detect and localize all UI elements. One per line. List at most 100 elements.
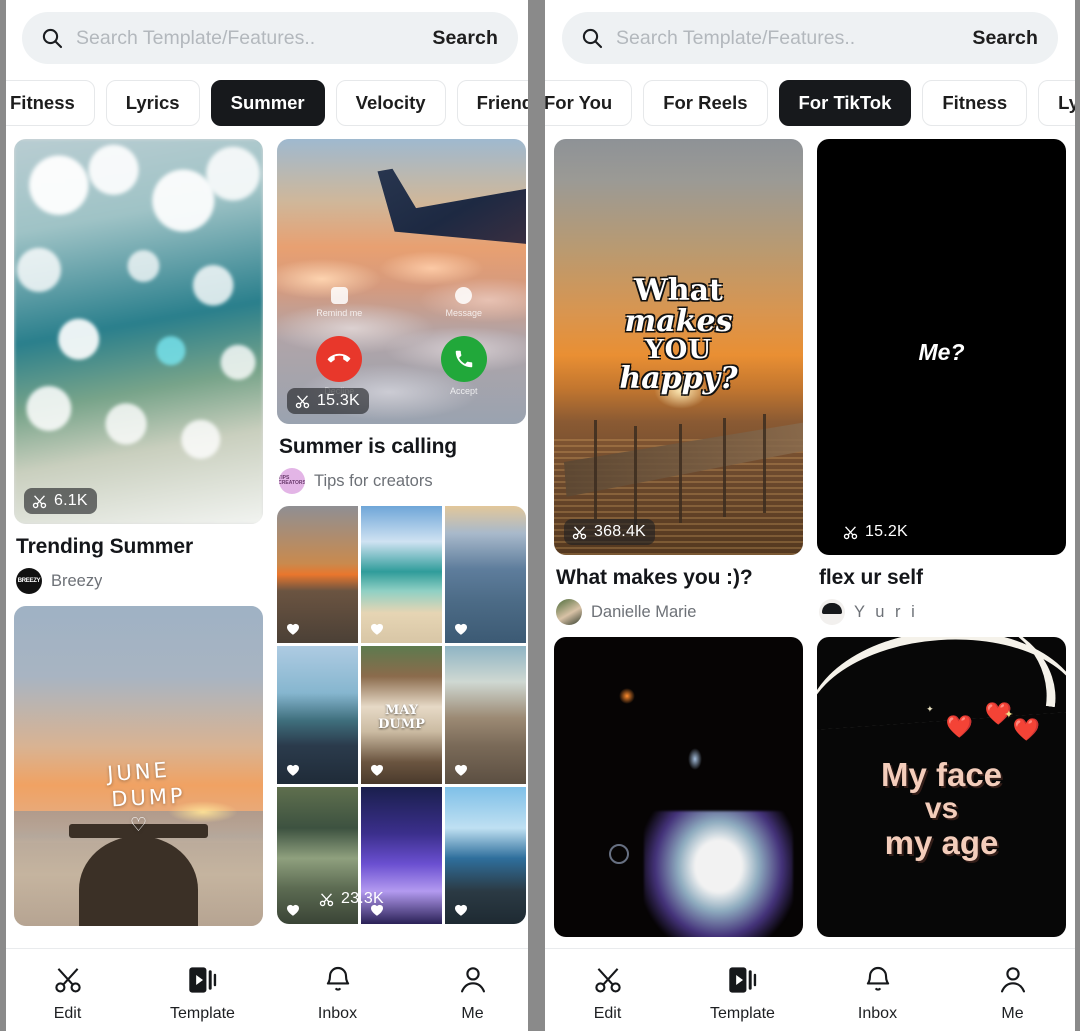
message-action: Message	[402, 287, 527, 318]
bottom-navigation-right[interactable]: Edit Template Inbox Me	[540, 948, 1080, 1031]
heart-icon	[284, 900, 302, 918]
scissors-icon	[295, 394, 310, 408]
template-thumbnail[interactable]: Me? 15.2K	[817, 139, 1066, 555]
overlay-caption: What makes YOU happy?	[554, 276, 803, 394]
template-thumbnail[interactable]: MAY DUMP 23.3K	[277, 506, 526, 924]
thumbnail-artwork	[14, 139, 263, 524]
overlay-caption: JUNE DUMP ♡	[14, 757, 263, 835]
left-panel-edge	[0, 0, 6, 1031]
scissors-icon	[572, 525, 587, 539]
chip-lyrics[interactable]: Lyrics	[1038, 80, 1080, 126]
card-author[interactable]: TIPS CREATORS Tips for creators	[279, 468, 526, 494]
right-template-feed[interactable]: What makes YOU happy? 368.4K What makes …	[540, 139, 1080, 967]
template-card-my-face-vs-my-age[interactable]: ❤️ ❤️ ❤️ ✦ ✦ My face vs my age	[817, 637, 1066, 937]
search-button[interactable]: Search	[432, 27, 498, 50]
chip-for-you[interactable]: For You	[540, 80, 633, 126]
template-card-trending-summer[interactable]: 6.1K Trending Summer BREEZY Breezy	[14, 139, 263, 594]
template-card-flex-ur-self[interactable]: Me? 15.2K flex ur self Y u r i	[817, 139, 1066, 625]
overlay-line-2: vs	[924, 791, 959, 825]
uses-count: 15.2K	[865, 523, 908, 540]
heart-icon	[368, 760, 386, 778]
collage-cell	[445, 506, 526, 644]
nav-label: Edit	[593, 1005, 622, 1022]
person-icon	[997, 962, 1029, 998]
uses-count: 6.1K	[54, 492, 88, 509]
template-card-may-dump-collage[interactable]: MAY DUMP 23.3K	[277, 506, 526, 924]
nav-item-template[interactable]: Template	[675, 962, 810, 1023]
chip-for-tiktok[interactable]: For TikTok	[778, 80, 912, 126]
left-template-feed[interactable]: 6.1K Trending Summer BREEZY Breezy JUNE …	[0, 139, 540, 967]
heart-icon	[452, 900, 470, 918]
avatar: TIPS CREATORS	[279, 468, 305, 494]
template-thumbnail[interactable]: What makes YOU happy? 368.4K	[554, 139, 803, 555]
chip-summer[interactable]: Summer	[210, 80, 325, 126]
message-label: Message	[445, 308, 483, 319]
nav-item-template[interactable]: Template	[135, 962, 270, 1023]
search-input[interactable]	[76, 26, 421, 50]
incoming-call-overlay: Remind me Message Accept	[277, 139, 526, 424]
heart-icon: ❤️	[1012, 717, 1040, 743]
uses-badge: 6.1K	[24, 488, 97, 514]
template-thumbnail[interactable]: JUNE DUMP ♡	[14, 606, 263, 926]
nav-item-edit[interactable]: Edit	[0, 962, 135, 1023]
remind-me-action: Remind me	[277, 287, 402, 318]
search-bar[interactable]: Search	[22, 12, 518, 64]
search-input[interactable]	[616, 26, 961, 50]
chip-velocity[interactable]: Velocity	[335, 80, 446, 126]
uses-count: 15.3K	[317, 392, 360, 409]
search-icon	[40, 26, 64, 50]
template-thumbnail[interactable]: Remind me Message Accept 15.3K	[277, 139, 526, 424]
avatar	[556, 599, 582, 625]
message-icon	[455, 287, 473, 305]
overlay-caption: My face vs my age	[817, 757, 1066, 861]
overlay-line-1: My face	[880, 756, 1003, 793]
overlay-line-3: YOU	[645, 335, 712, 366]
nav-item-me[interactable]: Me	[405, 962, 540, 1023]
nav-item-inbox[interactable]: Inbox	[810, 962, 945, 1023]
uses-badge: 23.3K	[311, 886, 393, 912]
template-thumbnail[interactable]	[554, 637, 803, 937]
scissors-icon	[319, 892, 334, 906]
card-author[interactable]: Y u r i	[819, 599, 1066, 625]
heart-icon	[284, 760, 302, 778]
nav-label: Inbox	[857, 1005, 898, 1022]
search-button[interactable]: Search	[972, 27, 1038, 50]
nav-item-edit[interactable]: Edit	[540, 962, 675, 1023]
heart-decorations: ❤️ ❤️ ❤️ ✦ ✦	[907, 700, 1046, 754]
heart-icon: ❤️	[945, 714, 974, 740]
search-bar[interactable]: Search	[562, 12, 1058, 64]
template-card-june-dump[interactable]: JUNE DUMP ♡	[14, 606, 263, 926]
card-author[interactable]: BREEZY Breezy	[16, 568, 263, 594]
author-name: Y u r i	[854, 602, 918, 621]
chip-fitness[interactable]: Fitness	[922, 80, 1028, 126]
template-card-what-makes-you[interactable]: What makes YOU happy? 368.4K What makes …	[554, 139, 803, 625]
chip-fitness[interactable]: Fitness	[0, 80, 95, 126]
template-thumbnail[interactable]: 6.1K	[14, 139, 263, 524]
heart-icon	[368, 619, 386, 637]
collage-cell	[445, 786, 526, 924]
chip-for-reels[interactable]: For Reels	[643, 80, 768, 126]
right-category-chip-row[interactable]: For You For Reels For TikTok Fitness Lyr…	[540, 64, 1080, 139]
scissors-icon	[52, 962, 84, 998]
thumbnail-artwork-collage: MAY DUMP	[277, 506, 526, 924]
template-card-summer-is-calling[interactable]: Remind me Message Accept 15.3K Summer is…	[277, 139, 526, 494]
feed-column-1: 6.1K Trending Summer BREEZY Breezy JUNE …	[14, 139, 263, 938]
card-author[interactable]: Danielle Marie	[556, 599, 803, 625]
chip-lyrics[interactable]: Lyrics	[105, 80, 200, 126]
card-title: Trending Summer	[16, 535, 194, 558]
left-category-chip-row[interactable]: Fitness Lyrics Summer Velocity Friends	[0, 64, 540, 139]
template-play-icon	[187, 962, 219, 998]
dual-screenshot-stage: Search Fitness Lyrics Summer Velocity Fr…	[0, 0, 1080, 1031]
template-card-dark-glow[interactable]	[554, 637, 803, 937]
nav-label: Template	[170, 1005, 235, 1022]
bottom-navigation-left[interactable]: Edit Template Inbox Me	[0, 948, 540, 1031]
heart-icon	[452, 619, 470, 637]
template-thumbnail[interactable]: ❤️ ❤️ ❤️ ✦ ✦ My face vs my age	[817, 637, 1066, 937]
nav-item-inbox[interactable]: Inbox	[270, 962, 405, 1023]
collage-text-line-2: DUMP	[378, 716, 425, 732]
decline-call-icon	[316, 335, 363, 382]
feed-column-2: Remind me Message Accept 15.3K Summer is…	[277, 139, 526, 938]
template-play-icon	[727, 962, 759, 998]
nav-label: Template	[710, 1005, 775, 1022]
nav-item-me[interactable]: Me	[945, 962, 1080, 1023]
